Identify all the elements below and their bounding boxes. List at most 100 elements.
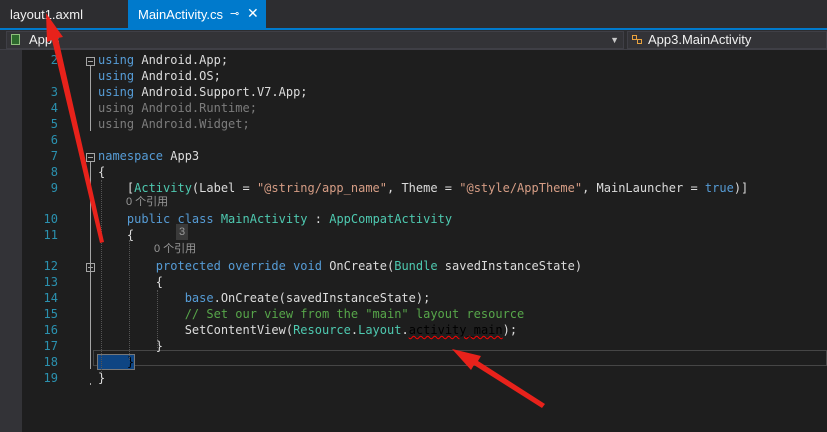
line-number: 16 (43, 323, 58, 337)
code-token: , Theme = (387, 181, 460, 195)
code-line[interactable]: 15 // Set our view from the "main" layou… (0, 306, 827, 322)
code-token: AppCompatActivity (329, 212, 453, 226)
code-token: base (98, 291, 214, 305)
code-token: OnCreate( (329, 259, 395, 273)
code-token: using (98, 85, 142, 99)
line-number: 2 (50, 53, 58, 67)
code-text: using Android.Widget; (98, 116, 250, 132)
code-token: MainActivity (220, 212, 308, 226)
code-token: using (98, 117, 142, 131)
code-line[interactable]: 6 (0, 132, 827, 148)
code-token: public class (98, 212, 221, 226)
code-text: { (98, 164, 105, 180)
code-line[interactable]: using Android.OS; (0, 68, 827, 84)
member-dropdown[interactable]: App3.MainActivity (627, 31, 827, 49)
code-token: Android.Support.V7.App; (141, 85, 308, 99)
code-line[interactable]: 5 using Android.Widget; (0, 116, 827, 132)
code-token: (Label = (191, 181, 257, 195)
code-text: protected override void OnCreate(Bundle … (98, 258, 582, 274)
code-token: activity_main (408, 323, 503, 337)
chevron-down-icon: ▼ (610, 35, 619, 45)
line-number: 12 (43, 259, 58, 273)
code-text: [Activity(Label = "@string/app_name", Th… (98, 180, 748, 196)
project-dropdown[interactable]: App3 ▼ (6, 31, 624, 49)
code-text: } (98, 338, 163, 354)
code-line[interactable]: 7 namespace App3 (0, 148, 827, 164)
code-line[interactable]: 14 base.OnCreate(savedInstanceState); (0, 290, 827, 306)
code-text: // Set our view from the "main" layout r… (98, 306, 525, 322)
code-line[interactable]: 10 public class MainActivity : AppCompat… (0, 211, 827, 227)
code-token: "@style/AppTheme" (459, 181, 583, 195)
code-token: namespace (98, 149, 171, 163)
project-label: App3 (29, 32, 60, 47)
tab-label: layout1.axml (10, 6, 83, 22)
class-icon (632, 35, 642, 44)
codelens-references[interactable]: 0 个引用 (154, 242, 196, 256)
line-number: 8 (50, 165, 58, 179)
code-editor[interactable]: 3 2 using Android.App; using Android.OS; 3 u… (0, 50, 827, 432)
line-number: 10 (43, 212, 58, 226)
code-token: Activity (134, 181, 192, 195)
code-token: } (98, 339, 164, 353)
code-text: base.OnCreate(savedInstanceState); (98, 290, 431, 306)
indent-guide (157, 290, 158, 348)
indent-guide (129, 240, 130, 360)
code-token: protected override void (98, 259, 330, 273)
code-token: )] (733, 181, 749, 195)
code-text: SetContentView(Resource.Layout.activity_… (98, 322, 517, 338)
code-token: } (98, 371, 106, 385)
code-token: Android.OS; (141, 69, 221, 83)
tab-layout1-axml[interactable]: layout1.axml (0, 0, 128, 28)
code-token: true (704, 181, 734, 195)
code-line[interactable]: 2 using Android.App; (0, 52, 827, 68)
code-token: : (307, 212, 330, 226)
code-text: using Android.Runtime; (98, 100, 257, 116)
code-token: Android.Runtime; (141, 101, 257, 115)
document-tab-bar: layout1.axml MainActivity.cs ⊸ ✕ (0, 0, 827, 30)
code-token: "@string/app_name" (256, 181, 387, 195)
code-token: ); (502, 323, 518, 337)
code-line[interactable]: 9 [Activity(Label = "@string/app_name", … (0, 180, 827, 196)
line-number: 15 (43, 307, 58, 321)
code-token: SetContentView( (98, 323, 294, 337)
pin-icon[interactable]: ⊸ (230, 7, 239, 20)
tab-mainactivity-cs[interactable]: MainActivity.cs ⊸ ✕ (128, 0, 266, 28)
indent-guide (101, 180, 102, 372)
code-line[interactable]: 17 } (0, 338, 827, 354)
code-token: // Set our view from the "main" layout r… (98, 307, 525, 321)
code-line[interactable]: 19} (0, 370, 827, 386)
code-token: Android.Widget; (141, 117, 250, 131)
code-line[interactable]: 13 { (0, 274, 827, 290)
code-token: Android.App; (141, 53, 229, 67)
line-number: 13 (43, 275, 58, 289)
line-number: 6 (50, 133, 58, 147)
tab-label: MainActivity.cs (138, 6, 223, 22)
line-number: 9 (50, 181, 58, 195)
code-line[interactable]: 18 } (0, 354, 827, 370)
code-line[interactable]: 16 SetContentView(Resource.Layout.activi… (0, 322, 827, 338)
member-label: App3.MainActivity (648, 32, 752, 47)
codelens-references[interactable]: 0 个引用 (126, 195, 168, 209)
line-number: 18 (43, 355, 58, 369)
code-text: } (98, 370, 105, 386)
code-token: savedInstanceState) (437, 259, 583, 273)
outline-line (90, 383, 91, 385)
line-number: 11 (43, 228, 58, 242)
code-line[interactable]: 8{ (0, 164, 827, 180)
code-token: Bundle (394, 259, 438, 273)
code-text: public class MainActivity : AppCompatAct… (98, 211, 452, 227)
code-text: using Android.App; (98, 52, 228, 68)
code-token: App3 (170, 149, 200, 163)
code-line[interactable]: 3 using Android.Support.V7.App; (0, 84, 827, 100)
close-icon[interactable]: ✕ (247, 5, 259, 22)
code-line[interactable]: 12 protected override void OnCreate(Bund… (0, 258, 827, 274)
line-number: 4 (50, 101, 58, 115)
outline-line (90, 270, 91, 364)
code-line[interactable]: 4 using Android.Runtime; (0, 100, 827, 116)
code-token: { (98, 275, 164, 289)
code-text: using Android.Support.V7.App; (98, 84, 308, 100)
code-token: using (98, 53, 142, 67)
line-number: 14 (43, 291, 58, 305)
code-token: . (401, 323, 409, 337)
code-line[interactable]: 11 { (0, 227, 827, 243)
